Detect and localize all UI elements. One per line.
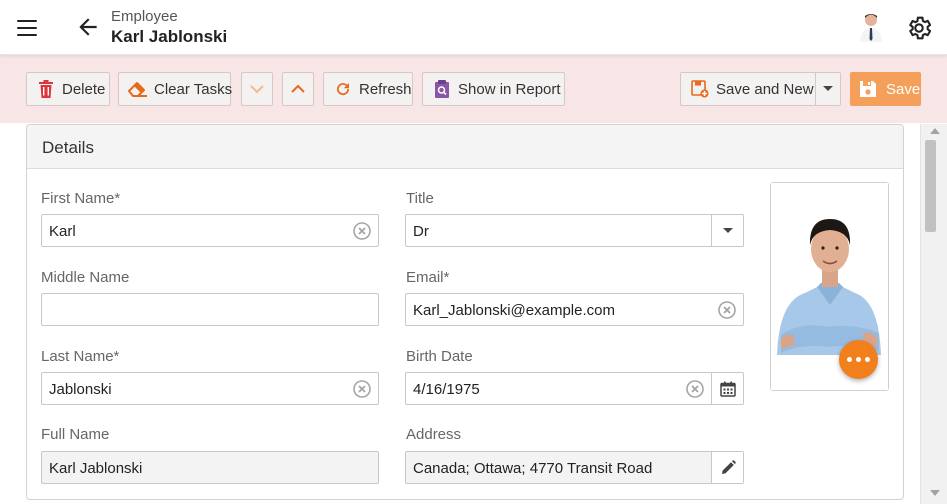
page-title: Karl Jablonski [111,27,228,46]
eraser-icon [128,79,148,99]
trash-icon [36,79,56,99]
full-name-label: Full Name [41,426,110,443]
full-name-value: Karl Jablonski [49,460,143,477]
scroll-thumb[interactable] [925,140,936,232]
avatar[interactable] [857,12,885,42]
last-name-value: Jablonski [49,381,112,398]
hamburger-icon[interactable] [17,17,39,36]
save-and-new-label: Save and New [716,80,814,98]
next-record-button[interactable] [241,72,273,106]
first-name-label: First Name* [41,190,121,207]
refresh-icon [333,79,353,99]
chevron-up-icon [288,79,308,99]
more-dots-icon [845,357,872,362]
birth-date-field[interactable]: 4/16/1975 [405,372,744,405]
title-dropdown-button[interactable] [711,215,743,246]
address-value: Canada; Ottawa; 4770 Transit Road [413,460,653,477]
details-title: Details [42,138,94,157]
full-name-field: Karl Jablonski [41,451,379,484]
email-field[interactable]: Karl_Jablonski@example.com [405,293,744,326]
scroll-down-arrow-icon[interactable] [930,490,940,496]
arrow-left-icon[interactable] [75,14,101,40]
birth-date-label: Birth Date [406,348,473,365]
refresh-label: Refresh [359,80,412,98]
delete-button[interactable]: Delete [26,72,110,106]
floppy-icon [859,80,877,98]
breadcrumb-employee: Employee [111,8,178,25]
save-new-icon [690,79,710,99]
scroll-up-arrow-icon[interactable] [930,128,940,134]
address-field[interactable]: Canada; Ottawa; 4770 Transit Road [405,451,744,484]
middle-name-label: Middle Name [41,269,130,286]
clear-circle-icon[interactable] [353,380,371,398]
clear-circle-icon[interactable] [353,222,371,240]
first-name-field[interactable]: Karl [41,214,379,247]
gear-icon[interactable] [905,14,933,42]
caret-down-icon [823,86,833,91]
pencil-icon [721,459,736,474]
vertical-scrollbar[interactable] [920,124,947,504]
chevron-down-icon [247,79,267,99]
calendar-icon [719,381,736,397]
caret-down-icon [722,227,733,233]
clear-circle-icon[interactable] [686,380,704,398]
address-label: Address [406,426,462,443]
previous-record-button[interactable] [282,72,314,106]
save-label: Save [886,80,921,98]
clear-tasks-button[interactable]: Clear Tasks [118,72,233,106]
title-value: Dr [413,223,429,240]
show-in-report-button[interactable]: Show in Report [422,72,565,106]
address-edit-button[interactable] [711,452,743,483]
action-toolbar: Delete Clear Tasks Refresh Show in Repor… [0,55,947,123]
email-label: Email* [406,269,450,286]
delete-label: Delete [62,80,106,98]
birth-date-value: 4/16/1975 [413,381,480,398]
clear-circle-icon[interactable] [718,301,736,319]
refresh-button[interactable]: Refresh [323,72,413,106]
title-select[interactable]: Dr [405,214,744,247]
save-options-dropdown[interactable] [815,72,841,106]
last-name-label: Last Name* [41,348,120,365]
app-header: Employee Karl Jablonski [0,0,947,55]
save-button[interactable]: Save [850,72,921,106]
first-name-value: Karl [49,223,76,240]
calendar-button[interactable] [711,373,743,404]
middle-name-field[interactable] [41,293,379,326]
email-value: Karl_Jablonski@example.com [413,302,615,319]
show-in-report-label: Show in Report [458,80,561,98]
last-name-field[interactable]: Jablonski [41,372,379,405]
title-label: Title [406,190,434,207]
save-and-new-button[interactable]: Save and New [680,72,816,106]
details-header[interactable]: Details [27,125,903,169]
clear-tasks-label: Clear Tasks [154,80,233,98]
report-icon [432,79,452,99]
photo-options-button[interactable] [839,340,878,379]
